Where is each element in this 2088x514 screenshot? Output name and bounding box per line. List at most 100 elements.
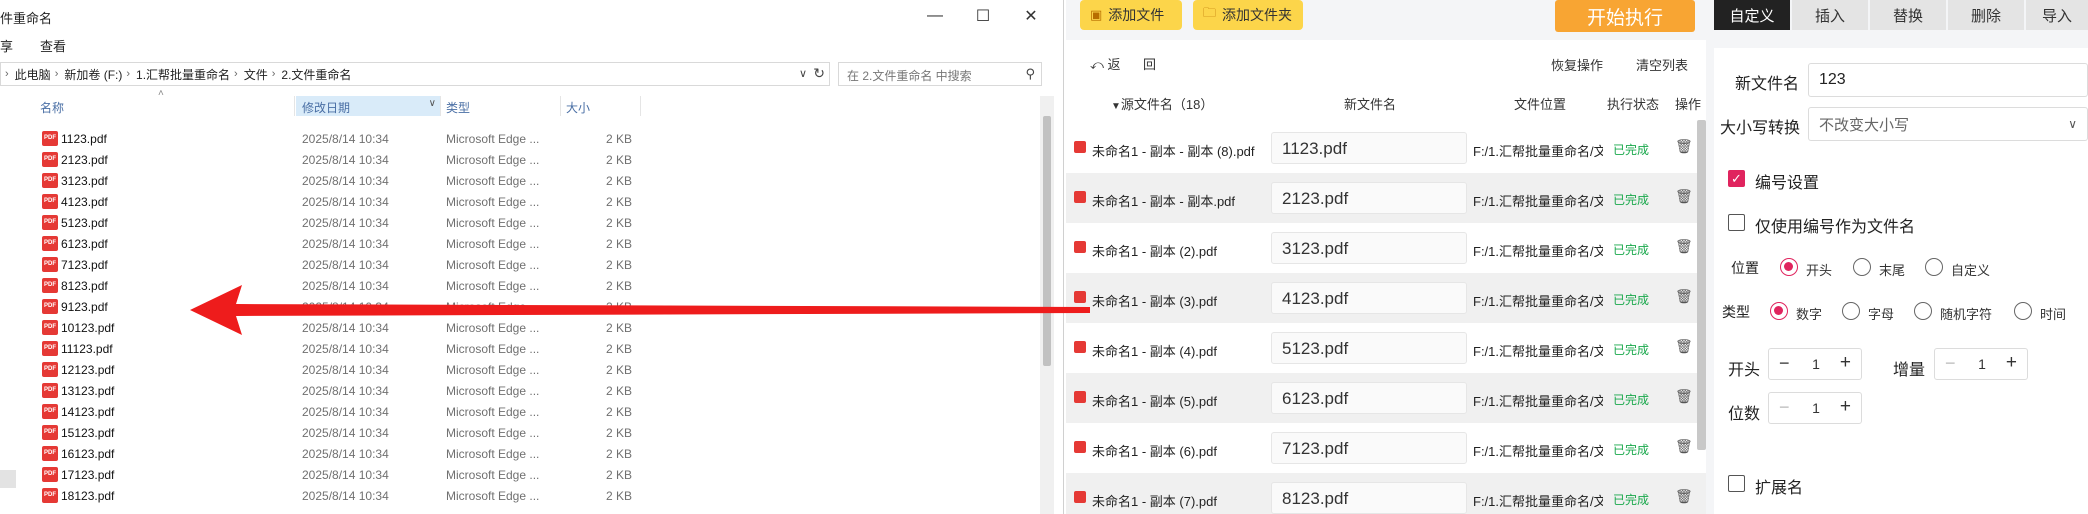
address-bar: › 此电脑 › 新加卷 (F:) › 1.汇帮批量重命名 › 文件 › 2.文件… <box>0 62 1063 88</box>
breadcrumb-this-pc[interactable]: 此电脑 <box>15 66 51 83</box>
trash-icon[interactable]: 🗑 <box>1675 238 1693 255</box>
radio-position-end[interactable] <box>1853 258 1871 276</box>
column-divider[interactable] <box>640 96 641 116</box>
column-divider[interactable] <box>560 96 561 116</box>
increment-stepper[interactable]: − 1 + <box>1934 348 2028 380</box>
breadcrumb-folder-1[interactable]: 1.汇帮批量重命名 <box>136 66 230 83</box>
file-row[interactable]: PDF 2123.pdf 2025/8/14 10:34 Microsoft Edge… <box>0 149 1040 170</box>
ribbon-tab-view[interactable]: 查看 <box>40 36 66 55</box>
only-number-checkbox[interactable] <box>1728 214 1745 231</box>
column-header-date[interactable]: 修改日期 ∨ <box>296 96 440 116</box>
file-row[interactable]: PDF 12123.pdf 2025/8/14 10:34 Microsoft Edg… <box>0 359 1040 380</box>
file-row[interactable]: PDF 1123.pdf 2025/8/14 10:34 Microsoft Edge… <box>0 128 1040 149</box>
tab-custom[interactable]: 自定义 <box>1714 0 1790 30</box>
new-filename-field[interactable]: 4123.pdf <box>1271 282 1467 314</box>
file-row[interactable]: PDF 7123.pdf 2025/8/14 10:34 Microsoft Edge… <box>0 254 1040 275</box>
undo-button[interactable]: ⤺ 返 <box>1090 54 1121 73</box>
start-button[interactable]: 开始执行 <box>1555 0 1695 32</box>
close-icon[interactable]: ✕ <box>1008 0 1054 32</box>
file-row[interactable]: PDF 5123.pdf 2025/8/14 10:34 Microsoft Edge… <box>0 212 1040 233</box>
table-row[interactable]: 未命名1 - 副本 (3).pdf 4123.pdf F:/1.汇帮批量重命名/文件… <box>1066 273 1706 323</box>
column-divider[interactable] <box>294 96 295 116</box>
vertical-scrollbar[interactable] <box>1040 96 1054 514</box>
new-filename-field[interactable]: 5123.pdf <box>1271 332 1467 364</box>
file-row[interactable]: PDF 10123.pdf 2025/8/14 10:34 Microsoft Edg… <box>0 317 1040 338</box>
plus-icon[interactable]: + <box>1840 352 1851 374</box>
trash-icon[interactable]: 🗑 <box>1675 188 1693 205</box>
table-row[interactable]: 未命名1 - 副本 (2).pdf 3123.pdf F:/1.汇帮批量重命名/文件… <box>1066 223 1706 273</box>
add-file-button[interactable]: ▣ 添加文件 <box>1080 0 1182 30</box>
new-filename-field[interactable]: 1123.pdf <box>1271 132 1467 164</box>
table-row[interactable]: 未命名1 - 副本 - 副本.pdf 2123.pdf F:/1.汇帮批量重命名/文… <box>1066 173 1706 223</box>
trash-icon[interactable]: 🗑 <box>1675 288 1693 305</box>
file-row[interactable]: PDF 4123.pdf 2025/8/14 10:34 Microsoft Edge… <box>0 191 1040 212</box>
file-row[interactable]: PDF 18123.pdf 2025/8/14 10:34 Microsoft Edg… <box>0 485 1040 506</box>
trash-icon[interactable]: 🗑 <box>1675 438 1693 455</box>
file-row[interactable]: PDF 15123.pdf 2025/8/14 10:34 Microsoft Edg… <box>0 422 1040 443</box>
file-row[interactable]: PDF 13123.pdf 2025/8/14 10:34 Microsoft Edg… <box>0 380 1040 401</box>
column-header-size[interactable]: 大小 <box>566 96 636 116</box>
trash-icon[interactable]: 🗑 <box>1675 138 1693 155</box>
radio-type-random[interactable] <box>1914 302 1932 320</box>
tab-import[interactable]: 导入 <box>2026 0 2088 30</box>
breadcrumb-drive[interactable]: 新加卷 (F:) <box>64 66 122 83</box>
file-row[interactable]: PDF 6123.pdf 2025/8/14 10:34 Microsoft Edge… <box>0 233 1040 254</box>
new-name-input[interactable]: 123 <box>1808 63 2088 97</box>
trash-icon[interactable]: 🗑 <box>1675 488 1693 505</box>
address-path[interactable]: › 此电脑 › 新加卷 (F:) › 1.汇帮批量重命名 › 文件 › 2.文件… <box>0 62 830 86</box>
start-stepper[interactable]: − 1 + <box>1768 348 1862 380</box>
column-divider[interactable] <box>440 96 441 116</box>
list-scrollbar[interactable] <box>1697 120 1706 450</box>
trash-icon[interactable]: 🗑 <box>1675 388 1693 405</box>
breadcrumb-folder-2[interactable]: 文件 <box>244 66 268 83</box>
clear-list-button[interactable]: 清空列表 <box>1636 55 1688 74</box>
radio-type-number[interactable] <box>1770 302 1788 320</box>
digits-stepper[interactable]: − 1 + <box>1768 392 1862 424</box>
restore-button[interactable]: 恢复操作 <box>1551 55 1603 74</box>
radio-type-time[interactable] <box>2014 302 2032 320</box>
file-row[interactable]: PDF 16123.pdf 2025/8/14 10:34 Microsoft Edg… <box>0 443 1040 464</box>
column-header-name[interactable]: 名称 <box>40 96 294 116</box>
table-row[interactable]: 未命名1 - 副本 (4).pdf 5123.pdf F:/1.汇帮批量重命名/文件… <box>1066 323 1706 373</box>
header-source[interactable]: ▼源文件名（18） <box>1111 94 1213 113</box>
plus-icon[interactable]: + <box>1840 396 1851 418</box>
chevron-down-icon[interactable]: ∨ <box>799 67 807 80</box>
radio-type-letter[interactable] <box>1842 302 1860 320</box>
table-row[interactable]: 未命名1 - 副本 (7).pdf 8123.pdf F:/1.汇帮批量重命名/文件… <box>1066 473 1706 514</box>
ribbon-tab-share[interactable]: 享 <box>0 36 13 55</box>
radio-position-start[interactable] <box>1780 258 1798 276</box>
file-row[interactable]: PDF 3123.pdf 2025/8/14 10:34 Microsoft Edge… <box>0 170 1040 191</box>
radio-position-custom[interactable] <box>1925 258 1943 276</box>
new-filename-field[interactable]: 2123.pdf <box>1271 182 1467 214</box>
case-select[interactable]: 不改变大小写 ∨ <box>1808 107 2088 141</box>
add-folder-button[interactable]: 🗀 添加文件夹 <box>1193 0 1303 30</box>
numbering-checkbox[interactable]: ✓ <box>1728 170 1745 187</box>
maximize-icon[interactable]: ☐ <box>960 0 1006 32</box>
extension-checkbox[interactable] <box>1728 475 1745 492</box>
file-row[interactable]: PDF 8123.pdf 2025/8/14 10:34 Microsoft Edge… <box>0 275 1040 296</box>
trash-icon[interactable]: 🗑 <box>1675 338 1693 355</box>
tab-insert[interactable]: 插入 <box>1792 0 1868 30</box>
scrollbar-thumb[interactable] <box>1043 116 1051 366</box>
table-row[interactable]: 未命名1 - 副本 (5).pdf 6123.pdf F:/1.汇帮批量重命名/文件… <box>1066 373 1706 423</box>
refresh-icon[interactable]: ↻ <box>813 65 825 82</box>
tab-delete[interactable]: 删除 <box>1948 0 2024 30</box>
table-row[interactable]: 未命名1 - 副本 (6).pdf 7123.pdf F:/1.汇帮批量重命名/文件… <box>1066 423 1706 473</box>
search-input[interactable]: 在 2.文件重命名 中搜索 ⚲ <box>838 62 1042 86</box>
breadcrumb-folder-3[interactable]: 2.文件重命名 <box>281 66 351 83</box>
table-row[interactable]: 未命名1 - 副本 - 副本 (8).pdf 1123.pdf F:/1.汇帮批量重… <box>1066 123 1706 173</box>
tab-replace[interactable]: 替换 <box>1870 0 1946 30</box>
file-row[interactable]: PDF 11123.pdf 2025/8/14 10:34 Microsoft Edg… <box>0 338 1040 359</box>
file-row[interactable]: PDF 14123.pdf 2025/8/14 10:34 Microsoft Edg… <box>0 401 1040 422</box>
file-row[interactable]: PDF 9123.pdf 2025/8/14 10:34 Microsoft Edge… <box>0 296 1040 317</box>
redo-button[interactable]: 回 <box>1143 54 1156 73</box>
new-filename-field[interactable]: 7123.pdf <box>1271 432 1467 464</box>
file-row[interactable]: PDF 17123.pdf 2025/8/14 10:34 Microsoft Edg… <box>0 464 1040 485</box>
new-filename-field[interactable]: 6123.pdf <box>1271 382 1467 414</box>
plus-icon[interactable]: + <box>2006 352 2017 374</box>
column-header-type[interactable]: 类型 <box>446 96 556 116</box>
minimize-icon[interactable]: — <box>912 0 958 32</box>
nav-pane-selection[interactable] <box>0 470 16 488</box>
new-filename-field[interactable]: 3123.pdf <box>1271 232 1467 264</box>
new-filename-field[interactable]: 8123.pdf <box>1271 482 1467 514</box>
